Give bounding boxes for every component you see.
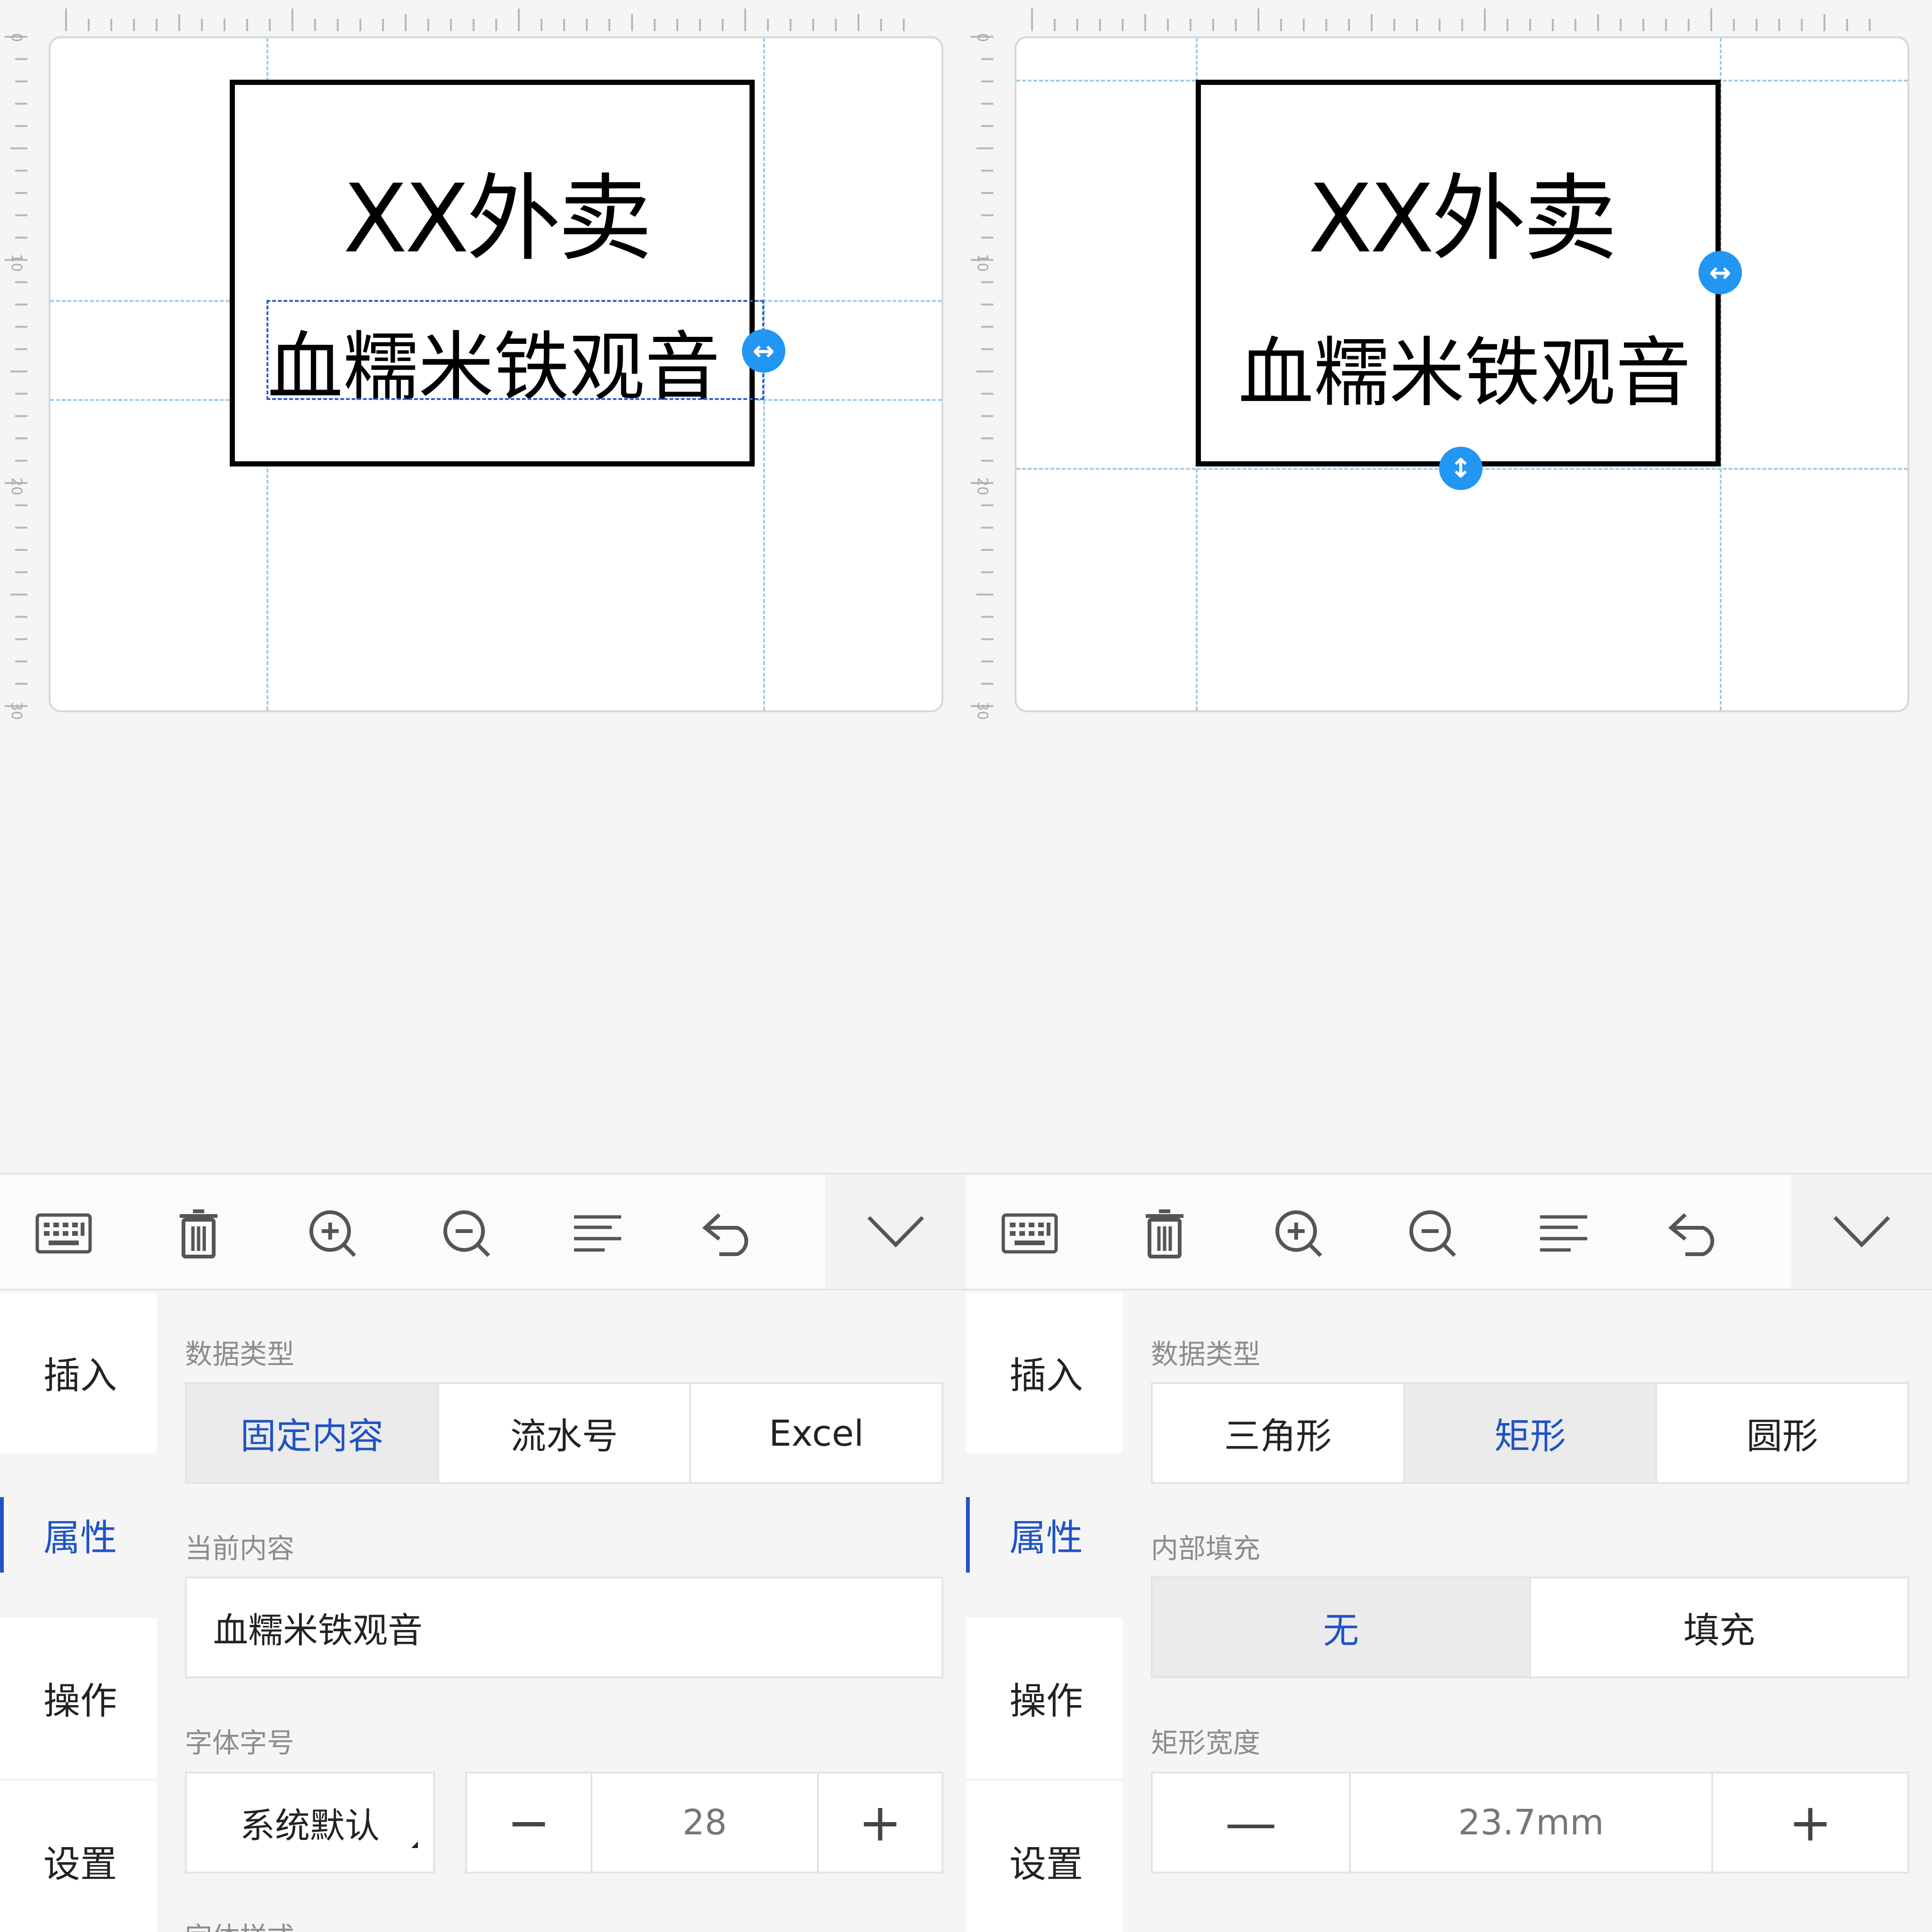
zoom-out-icon[interactable]: [426, 1193, 507, 1274]
data-type-label: 数据类型: [1151, 1338, 1261, 1370]
ruler-label-10: 10: [974, 254, 991, 272]
selection-box: [266, 300, 764, 400]
data-type-excel[interactable]: Excel: [691, 1384, 941, 1482]
zoom-in-icon[interactable]: [1258, 1193, 1339, 1274]
rect-width-stepper: — 23.7mm +: [1151, 1772, 1909, 1874]
rect-width-increase-button[interactable]: +: [1713, 1774, 1907, 1872]
fill-label: 内部填充: [1151, 1532, 1261, 1565]
rect-width-label: 矩形宽度: [1151, 1727, 1261, 1759]
chevron-down-icon[interactable]: [825, 1174, 966, 1289]
nav-item-settings[interactable]: 设置: [0, 1781, 157, 1932]
rect-width-value[interactable]: 23.7mm: [1351, 1774, 1713, 1872]
data-type-label: 数据类型: [185, 1338, 295, 1370]
data-type-segmented: 固定内容 流水号 Excel: [185, 1382, 943, 1484]
zoom-in-icon[interactable]: [292, 1193, 373, 1274]
label-canvas[interactable]: XX外卖 血糯米铁观音 ↔: [49, 36, 943, 712]
zoom-out-icon[interactable]: [1392, 1193, 1473, 1274]
shape-circle[interactable]: 圆形: [1657, 1384, 1907, 1482]
ruler-label-0: 0: [974, 33, 991, 42]
nav-item-properties[interactable]: 属性: [0, 1455, 157, 1615]
align-icon[interactable]: [558, 1193, 638, 1274]
current-content-input[interactable]: 血糯米铁观音: [185, 1576, 943, 1678]
ruler-left: [5, 36, 27, 707]
ruler-label-20: 20: [974, 477, 991, 496]
nav-item-insert[interactable]: 插入: [966, 1292, 1123, 1453]
font-style-label: 字体样式: [185, 1915, 294, 1932]
label-subtitle-text[interactable]: 血糯米铁观音: [1238, 312, 1691, 421]
align-icon[interactable]: [1524, 1193, 1604, 1274]
nav-item-operate[interactable]: 操作: [0, 1618, 157, 1778]
resize-vertical-handle[interactable]: ↕: [1439, 447, 1482, 490]
font-size-decrease-button[interactable]: −: [467, 1774, 592, 1872]
nav-item-operate[interactable]: 操作: [966, 1618, 1123, 1778]
editor-left: 0 10 20 30 XX外卖 血糯米铁观音 ↔ 插入 属性 操作 设置 数据类…: [0, 0, 966, 1932]
toolbar: [966, 1173, 1932, 1291]
resize-horizontal-handle[interactable]: ↔: [1699, 251, 1742, 294]
shape-triangle[interactable]: 三角形: [1153, 1384, 1405, 1482]
fill-segmented: 无 填充: [1151, 1576, 1909, 1678]
current-content-label: 当前内容: [185, 1532, 295, 1565]
label-canvas[interactable]: XX外卖 血糯米铁观音 ↔ ↕: [1015, 36, 1909, 712]
trash-icon[interactable]: [1124, 1193, 1205, 1274]
data-type-serial[interactable]: 流水号: [439, 1384, 691, 1482]
caret-icon: [411, 1841, 418, 1848]
nav-item-insert[interactable]: 插入: [0, 1292, 157, 1453]
ruler-label-10: 10: [8, 254, 25, 272]
ruler-left: [971, 36, 993, 707]
undo-icon[interactable]: [689, 1193, 769, 1274]
nav-item-properties[interactable]: 属性: [966, 1455, 1123, 1615]
chevron-down-icon[interactable]: [1791, 1174, 1932, 1289]
label-title-text[interactable]: XX外卖: [1308, 142, 1617, 279]
ruler-label-30: 30: [8, 702, 25, 720]
keyboard-icon[interactable]: [24, 1193, 104, 1274]
data-type-fixed[interactable]: 固定内容: [187, 1384, 439, 1482]
undo-icon[interactable]: [1655, 1193, 1735, 1274]
font-size-value[interactable]: 28: [592, 1774, 819, 1872]
nav-item-settings[interactable]: 设置: [966, 1781, 1123, 1932]
font-family-value: 系统默认: [240, 1805, 380, 1846]
font-size-stepper: − 28 +: [465, 1772, 943, 1874]
side-nav: 插入 属性 操作 设置: [0, 1292, 157, 1932]
side-nav: 插入 属性 操作 设置: [966, 1292, 1123, 1932]
properties-panel: 数据类型 三角形 矩形 圆形 内部填充 无 填充 矩形宽度 — 23.7mm +: [1123, 1292, 1932, 1932]
shape-type-segmented: 三角形 矩形 圆形: [1151, 1382, 1909, 1484]
shape-rectangle[interactable]: 矩形: [1405, 1384, 1657, 1482]
toolbar: [0, 1173, 966, 1291]
ruler-top: [65, 8, 905, 31]
font-size-increase-button[interactable]: +: [819, 1774, 941, 1872]
fill-solid[interactable]: 填充: [1531, 1578, 1907, 1676]
ruler-label-20: 20: [8, 477, 25, 496]
properties-panel: 数据类型 固定内容 流水号 Excel 当前内容 血糯米铁观音 字体字号 系统默…: [157, 1292, 966, 1932]
rect-width-decrease-button[interactable]: —: [1153, 1774, 1351, 1872]
font-label: 字体字号: [185, 1727, 295, 1759]
ruler-top: [1031, 8, 1871, 31]
resize-horizontal-handle[interactable]: ↔: [742, 329, 785, 373]
font-family-select[interactable]: 系统默认: [185, 1772, 435, 1874]
fill-none[interactable]: 无: [1153, 1578, 1531, 1676]
ruler-label-0: 0: [8, 33, 25, 42]
ruler-label-30: 30: [974, 702, 991, 720]
trash-icon[interactable]: [158, 1193, 239, 1274]
editor-right: 0 10 20 30 XX外卖 血糯米铁观音 ↔ ↕ 插入 属性 操作 设置 数…: [966, 0, 1932, 1932]
label-title-text[interactable]: XX外卖: [343, 142, 652, 279]
keyboard-icon[interactable]: [990, 1193, 1070, 1274]
